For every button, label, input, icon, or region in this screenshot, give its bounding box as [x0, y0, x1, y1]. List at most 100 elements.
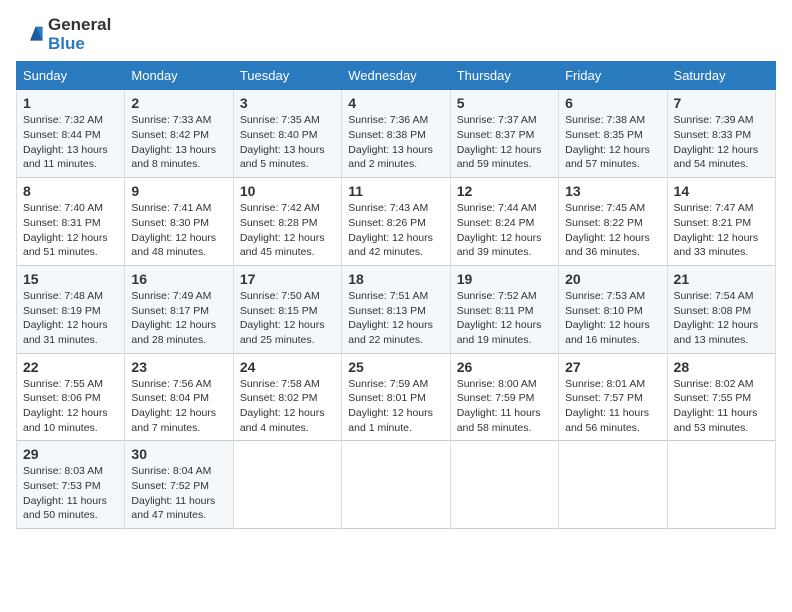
day-number: 28	[674, 359, 769, 375]
sunrise-label: Sunrise: 7:40 AM	[23, 202, 103, 214]
calendar-cell: 3 Sunrise: 7:35 AM Sunset: 8:40 PM Dayli…	[233, 90, 341, 178]
day-info: Sunrise: 7:38 AM Sunset: 8:35 PM Dayligh…	[565, 113, 660, 172]
day-info: Sunrise: 7:53 AM Sunset: 8:10 PM Dayligh…	[565, 289, 660, 348]
day-info: Sunrise: 7:35 AM Sunset: 8:40 PM Dayligh…	[240, 113, 335, 172]
sunset-label: Sunset: 8:38 PM	[348, 129, 426, 141]
sunset-label: Sunset: 8:11 PM	[457, 305, 534, 317]
day-info: Sunrise: 7:48 AM Sunset: 8:19 PM Dayligh…	[23, 289, 118, 348]
calendar-cell: 5 Sunrise: 7:37 AM Sunset: 8:37 PM Dayli…	[450, 90, 558, 178]
sunset-label: Sunset: 7:53 PM	[23, 480, 101, 492]
day-number: 14	[674, 183, 769, 199]
sunset-label: Sunset: 8:19 PM	[23, 305, 101, 317]
daylight-label: Daylight: 12 hours and 57 minutes.	[565, 144, 650, 171]
sunrise-label: Sunrise: 7:45 AM	[565, 202, 645, 214]
calendar-cell: 15 Sunrise: 7:48 AM Sunset: 8:19 PM Dayl…	[17, 265, 125, 353]
calendar-cell: 20 Sunrise: 7:53 AM Sunset: 8:10 PM Dayl…	[559, 265, 667, 353]
calendar-cell: 26 Sunrise: 8:00 AM Sunset: 7:59 PM Dayl…	[450, 353, 558, 441]
daylight-label: Daylight: 12 hours and 7 minutes.	[131, 407, 216, 434]
sunrise-label: Sunrise: 8:00 AM	[457, 378, 537, 390]
day-info: Sunrise: 7:51 AM Sunset: 8:13 PM Dayligh…	[348, 289, 443, 348]
sunrise-label: Sunrise: 7:49 AM	[131, 290, 211, 302]
calendar-cell: 8 Sunrise: 7:40 AM Sunset: 8:31 PM Dayli…	[17, 178, 125, 266]
daylight-label: Daylight: 12 hours and 25 minutes.	[240, 319, 325, 346]
calendar-cell: 18 Sunrise: 7:51 AM Sunset: 8:13 PM Dayl…	[342, 265, 450, 353]
day-info: Sunrise: 8:00 AM Sunset: 7:59 PM Dayligh…	[457, 377, 552, 436]
sunset-label: Sunset: 8:40 PM	[240, 129, 318, 141]
week-row-3: 15 Sunrise: 7:48 AM Sunset: 8:19 PM Dayl…	[17, 265, 776, 353]
day-number: 9	[131, 183, 226, 199]
calendar-cell: 4 Sunrise: 7:36 AM Sunset: 8:38 PM Dayli…	[342, 90, 450, 178]
logo-icon	[16, 21, 44, 49]
header-tuesday: Tuesday	[233, 62, 341, 90]
calendar-cell	[667, 441, 775, 529]
sunrise-label: Sunrise: 7:43 AM	[348, 202, 428, 214]
day-number: 24	[240, 359, 335, 375]
calendar-cell: 12 Sunrise: 7:44 AM Sunset: 8:24 PM Dayl…	[450, 178, 558, 266]
day-number: 26	[457, 359, 552, 375]
day-info: Sunrise: 7:50 AM Sunset: 8:15 PM Dayligh…	[240, 289, 335, 348]
day-number: 4	[348, 95, 443, 111]
calendar-cell: 16 Sunrise: 7:49 AM Sunset: 8:17 PM Dayl…	[125, 265, 233, 353]
sunset-label: Sunset: 8:28 PM	[240, 217, 318, 229]
day-info: Sunrise: 7:43 AM Sunset: 8:26 PM Dayligh…	[348, 201, 443, 260]
sunrise-label: Sunrise: 7:56 AM	[131, 378, 211, 390]
sunrise-label: Sunrise: 7:47 AM	[674, 202, 754, 214]
daylight-label: Daylight: 12 hours and 42 minutes.	[348, 232, 433, 259]
daylight-label: Daylight: 12 hours and 31 minutes.	[23, 319, 108, 346]
sunset-label: Sunset: 8:06 PM	[23, 392, 101, 404]
daylight-label: Daylight: 12 hours and 10 minutes.	[23, 407, 108, 434]
sunset-label: Sunset: 8:30 PM	[131, 217, 209, 229]
header-thursday: Thursday	[450, 62, 558, 90]
day-info: Sunrise: 8:03 AM Sunset: 7:53 PM Dayligh…	[23, 464, 118, 523]
day-info: Sunrise: 7:45 AM Sunset: 8:22 PM Dayligh…	[565, 201, 660, 260]
sunrise-label: Sunrise: 7:41 AM	[131, 202, 211, 214]
day-number: 7	[674, 95, 769, 111]
day-number: 3	[240, 95, 335, 111]
day-number: 27	[565, 359, 660, 375]
calendar-cell: 17 Sunrise: 7:50 AM Sunset: 8:15 PM Dayl…	[233, 265, 341, 353]
day-info: Sunrise: 7:47 AM Sunset: 8:21 PM Dayligh…	[674, 201, 769, 260]
day-number: 16	[131, 271, 226, 287]
calendar-cell: 23 Sunrise: 7:56 AM Sunset: 8:04 PM Dayl…	[125, 353, 233, 441]
sunrise-label: Sunrise: 7:32 AM	[23, 114, 103, 126]
week-row-4: 22 Sunrise: 7:55 AM Sunset: 8:06 PM Dayl…	[17, 353, 776, 441]
day-number: 20	[565, 271, 660, 287]
day-info: Sunrise: 7:56 AM Sunset: 8:04 PM Dayligh…	[131, 377, 226, 436]
sunrise-label: Sunrise: 7:37 AM	[457, 114, 537, 126]
sunset-label: Sunset: 8:37 PM	[457, 129, 535, 141]
calendar-header-row: SundayMondayTuesdayWednesdayThursdayFrid…	[17, 62, 776, 90]
day-info: Sunrise: 7:55 AM Sunset: 8:06 PM Dayligh…	[23, 377, 118, 436]
day-number: 6	[565, 95, 660, 111]
sunrise-label: Sunrise: 8:01 AM	[565, 378, 645, 390]
calendar-cell: 30 Sunrise: 8:04 AM Sunset: 7:52 PM Dayl…	[125, 441, 233, 529]
sunset-label: Sunset: 8:26 PM	[348, 217, 426, 229]
day-info: Sunrise: 7:33 AM Sunset: 8:42 PM Dayligh…	[131, 113, 226, 172]
daylight-label: Daylight: 12 hours and 28 minutes.	[131, 319, 216, 346]
daylight-label: Daylight: 12 hours and 33 minutes.	[674, 232, 759, 259]
sunset-label: Sunset: 7:52 PM	[131, 480, 209, 492]
day-number: 5	[457, 95, 552, 111]
day-number: 10	[240, 183, 335, 199]
sunset-label: Sunset: 7:59 PM	[457, 392, 535, 404]
calendar-cell: 24 Sunrise: 7:58 AM Sunset: 8:02 PM Dayl…	[233, 353, 341, 441]
header-sunday: Sunday	[17, 62, 125, 90]
daylight-label: Daylight: 12 hours and 45 minutes.	[240, 232, 325, 259]
calendar-cell: 10 Sunrise: 7:42 AM Sunset: 8:28 PM Dayl…	[233, 178, 341, 266]
sunset-label: Sunset: 8:42 PM	[131, 129, 209, 141]
sunset-label: Sunset: 8:01 PM	[348, 392, 426, 404]
day-number: 1	[23, 95, 118, 111]
day-info: Sunrise: 7:59 AM Sunset: 8:01 PM Dayligh…	[348, 377, 443, 436]
day-number: 29	[23, 446, 118, 462]
sunrise-label: Sunrise: 8:02 AM	[674, 378, 754, 390]
week-row-1: 1 Sunrise: 7:32 AM Sunset: 8:44 PM Dayli…	[17, 90, 776, 178]
daylight-label: Daylight: 13 hours and 11 minutes.	[23, 144, 108, 171]
day-info: Sunrise: 7:52 AM Sunset: 8:11 PM Dayligh…	[457, 289, 552, 348]
day-number: 30	[131, 446, 226, 462]
calendar-cell: 21 Sunrise: 7:54 AM Sunset: 8:08 PM Dayl…	[667, 265, 775, 353]
daylight-label: Daylight: 11 hours and 56 minutes.	[565, 407, 649, 434]
day-info: Sunrise: 7:41 AM Sunset: 8:30 PM Dayligh…	[131, 201, 226, 260]
calendar-cell: 14 Sunrise: 7:47 AM Sunset: 8:21 PM Dayl…	[667, 178, 775, 266]
sunrise-label: Sunrise: 7:42 AM	[240, 202, 320, 214]
daylight-label: Daylight: 12 hours and 54 minutes.	[674, 144, 759, 171]
sunrise-label: Sunrise: 8:03 AM	[23, 465, 103, 477]
